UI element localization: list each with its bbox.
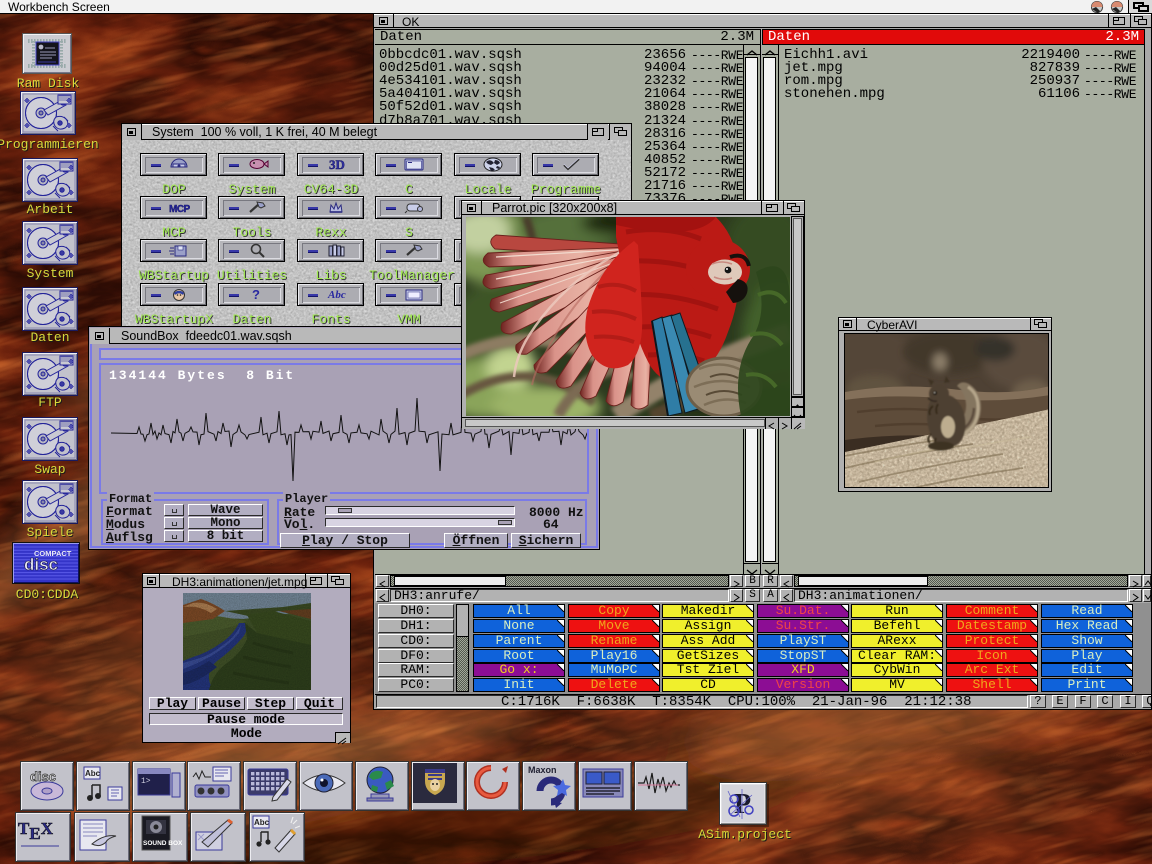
svg-text:3D: 3D (329, 157, 345, 172)
svg-text:disc: disc (30, 769, 56, 784)
svg-text:Maxon: Maxon (528, 765, 557, 775)
svg-text:Abc: Abc (254, 818, 270, 827)
svg-text:MCP: MCP (169, 204, 191, 215)
svg-text:?: ? (252, 287, 260, 302)
svg-text:Abc: Abc (327, 289, 346, 301)
svg-text:COMPACT: COMPACT (34, 549, 72, 558)
svg-text:SOUND BOX: SOUND BOX (143, 840, 183, 847)
svg-text:1>: 1> (141, 777, 151, 786)
svg-text:TEX: TEX (18, 819, 54, 843)
svg-text:Abc: Abc (85, 769, 101, 778)
